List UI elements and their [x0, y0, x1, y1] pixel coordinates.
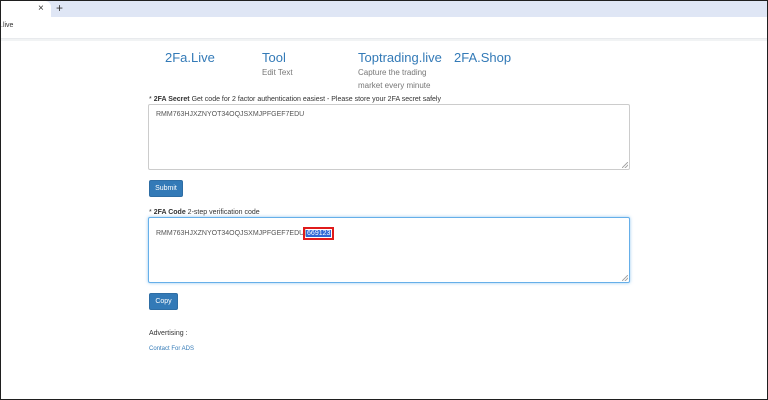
- submit-button[interactable]: Submit: [149, 180, 183, 197]
- code-prefix: RMM763HJXZNYOT34OQJSXMJPFGEF7EDU: [156, 230, 305, 237]
- otp-code-highlight[interactable]: 669123: [302, 227, 335, 240]
- page-divider: [1, 39, 767, 41]
- close-icon[interactable]: ×: [38, 2, 44, 15]
- secret-title: 2FA Secret: [153, 96, 190, 103]
- secret-label: * 2FA Secret Get code for 2 factor authe…: [149, 95, 441, 104]
- code-title: 2FA Code: [153, 209, 186, 216]
- contact-ads-link[interactable]: Contact For ADS: [149, 346, 194, 352]
- copy-button[interactable]: Copy: [149, 293, 178, 310]
- code-label: * 2FA Code 2-step verification code: [149, 208, 260, 217]
- required-mark: *: [149, 96, 152, 103]
- required-mark: *: [149, 209, 152, 216]
- new-tab-icon[interactable]: +: [56, 1, 63, 15]
- code-hint: 2-step verification code: [187, 209, 260, 216]
- code-textarea[interactable]: RMM763HJXZNYOT34OQJSXMJPFGEF7EDU|669123: [148, 217, 630, 283]
- browser-tab[interactable]: ×: [1, 1, 51, 17]
- nav-sub-edit-text[interactable]: Edit Text: [262, 66, 293, 79]
- nav-link-2fa-shop[interactable]: 2FA.Shop: [454, 50, 511, 65]
- tab-bar: × +: [1, 1, 767, 17]
- browser-window: × + .live 2Fa.Live Tool Edit Text Toptra…: [0, 0, 768, 400]
- nav-link-2fa-live[interactable]: 2Fa.Live: [165, 50, 215, 65]
- resize-grip-icon[interactable]: [622, 275, 628, 281]
- secret-value: RMM763HJXZNYOT34OQJSXMJPFGEF7EDU: [156, 111, 305, 118]
- nav-link-toptrading[interactable]: Toptrading.live: [358, 50, 442, 65]
- nav-sub-capture-line2: market every minute: [358, 81, 431, 90]
- secret-textarea[interactable]: RMM763HJXZNYOT34OQJSXMJPFGEF7EDU: [148, 104, 630, 170]
- nav-link-tool[interactable]: Tool: [262, 50, 286, 65]
- secret-hint: Get code for 2 factor authentication eas…: [191, 96, 441, 103]
- advertising-label: Advertising :: [149, 330, 188, 337]
- nav-sub-capture-line1: Capture the trading: [358, 68, 427, 77]
- address-bar[interactable]: .live: [1, 17, 767, 39]
- resize-grip-icon[interactable]: [622, 162, 628, 168]
- address-text: .live: [1, 22, 14, 29]
